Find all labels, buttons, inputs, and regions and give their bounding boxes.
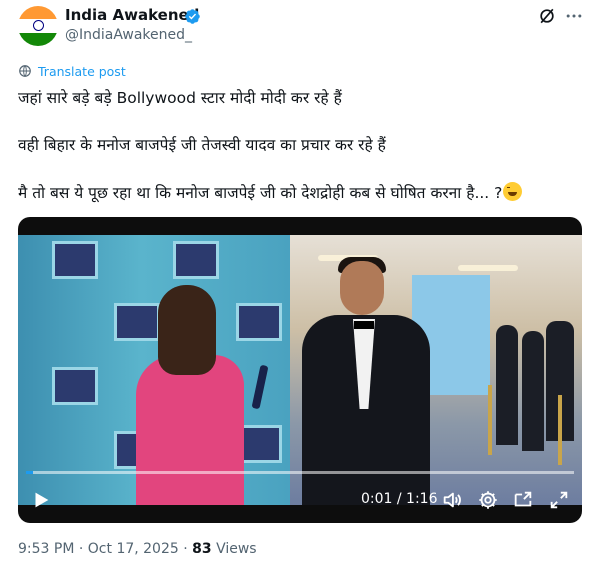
crowd-person xyxy=(522,331,544,451)
video-progress-bar[interactable] xyxy=(26,471,574,474)
ashoka-chakra-icon xyxy=(33,20,44,32)
video-time-display: 0:01 / 1:16 xyxy=(361,491,438,507)
interviewer-figure xyxy=(136,355,244,505)
views-label: Views xyxy=(216,541,257,557)
meta-separator: · xyxy=(183,541,188,557)
meta-separator: · xyxy=(78,541,84,557)
tweet-text-line-2: वही बिहार के मनोज बाजपेई जी तेजस्वी यादव… xyxy=(18,136,386,154)
author-handle[interactable]: @IndiaAwakened_ xyxy=(65,27,192,43)
more-icon[interactable] xyxy=(564,6,584,26)
backdrop-tile xyxy=(173,241,219,279)
ceiling-light xyxy=(458,265,518,271)
fullscreen-icon[interactable] xyxy=(548,489,570,511)
post-date[interactable]: Oct 17, 2025 xyxy=(88,541,179,557)
grok-icon[interactable] xyxy=(537,6,557,26)
video-player[interactable]: 0:01 / 1:16 xyxy=(18,217,582,523)
post-meta: 9:53 PM · Oct 17, 2025 · 83 Views xyxy=(18,541,257,557)
translate-label: Translate post xyxy=(38,63,126,79)
views-count[interactable]: 83 xyxy=(192,541,211,557)
backdrop-tile xyxy=(52,367,98,405)
video-frame xyxy=(18,235,582,505)
avatar[interactable] xyxy=(18,6,58,46)
backdrop-tile xyxy=(114,303,160,341)
post-time[interactable]: 9:53 PM xyxy=(18,541,74,557)
translate-post-link[interactable]: Translate post xyxy=(18,63,126,79)
stanchion-post xyxy=(558,395,562,465)
flag-green-band xyxy=(18,32,58,46)
stanchion-post xyxy=(488,385,492,455)
actor-head xyxy=(340,261,384,315)
tweet-text-line-1: जहां सारे बड़े बड़े Bollywood स्टार मोदी… xyxy=(18,89,342,107)
backdrop-tile xyxy=(52,241,98,279)
translate-icon xyxy=(19,65,31,77)
tweet-text-line-3: मै तो बस ये पूछ रहा था कि मनोज बाजपेई जी… xyxy=(18,181,523,203)
volume-icon[interactable] xyxy=(441,489,463,511)
verified-badge-icon[interactable] xyxy=(184,8,201,25)
interviewer-hair xyxy=(158,285,216,375)
flag-saffron-band xyxy=(18,6,58,20)
picture-in-picture-icon[interactable] xyxy=(512,489,534,511)
backdrop-tile xyxy=(236,303,282,341)
play-icon[interactable] xyxy=(30,489,52,511)
author-display-name[interactable]: India Awakened xyxy=(65,6,199,24)
bowtie xyxy=(354,321,374,329)
video-progress-fill xyxy=(26,471,34,474)
crowd-person xyxy=(496,325,518,445)
rolling-on-floor-laughing-emoji-icon xyxy=(503,182,523,201)
tweet-text-line-3-text: मै तो बस ये पूछ रहा था कि मनोज बाजपेई जी… xyxy=(18,184,503,202)
settings-icon[interactable] xyxy=(477,489,499,511)
flag-white-band xyxy=(18,19,58,33)
